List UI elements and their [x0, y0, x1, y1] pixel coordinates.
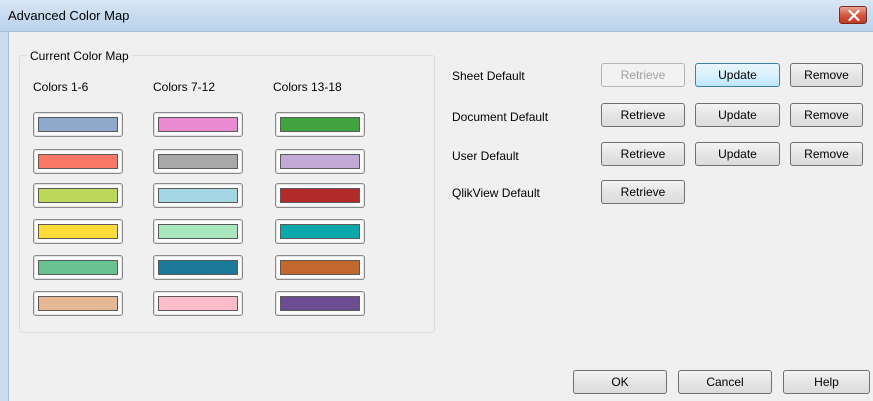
help-button[interactable]: Help [783, 370, 870, 394]
color-swatch-6[interactable] [33, 291, 123, 316]
color-swatch-16[interactable] [275, 219, 365, 244]
document-default-retrieve-button[interactable]: Retrieve [601, 103, 685, 127]
color-swatch-5[interactable] [33, 255, 123, 280]
window-frame-left [0, 32, 9, 401]
document-default-update-button[interactable]: Update [695, 103, 780, 127]
color-swatch-11[interactable] [153, 255, 243, 280]
close-icon [848, 10, 860, 21]
colors-7-12-header: Colors 7-12 [153, 80, 216, 94]
color-swatch-14[interactable] [275, 149, 365, 174]
ok-button[interactable]: OK [573, 370, 667, 394]
color-swatch-3[interactable] [33, 183, 123, 208]
close-button[interactable] [839, 6, 867, 24]
qlikview-default-retrieve-button[interactable]: Retrieve [601, 180, 685, 204]
user-default-label: User Default [452, 149, 519, 163]
color-swatch-1[interactable] [33, 112, 123, 137]
current-color-map-title: Current Color Map [27, 49, 132, 63]
document-default-remove-button[interactable]: Remove [790, 103, 863, 127]
user-default-update-button[interactable]: Update [695, 142, 780, 166]
color-swatch-18[interactable] [275, 291, 365, 316]
colors-13-18-header: Colors 13-18 [273, 80, 342, 94]
sheet-default-update-button[interactable]: Update [695, 63, 780, 87]
color-swatch-9[interactable] [153, 183, 243, 208]
qlikview-default-label: QlikView Default [452, 186, 540, 200]
color-swatch-10[interactable] [153, 219, 243, 244]
color-swatch-15[interactable] [275, 183, 365, 208]
sheet-default-retrieve-button[interactable]: Retrieve [601, 63, 685, 87]
color-swatch-8[interactable] [153, 149, 243, 174]
color-swatch-17[interactable] [275, 255, 365, 280]
color-swatch-4[interactable] [33, 219, 123, 244]
color-swatch-7[interactable] [153, 112, 243, 137]
sheet-default-remove-button[interactable]: Remove [790, 63, 863, 87]
color-swatch-13[interactable] [275, 112, 365, 137]
color-swatch-2[interactable] [33, 149, 123, 174]
dialog-title: Advanced Color Map [8, 8, 130, 23]
advanced-color-map-dialog: Advanced Color Map Current Color Map Col… [0, 0, 873, 401]
cancel-button[interactable]: Cancel [678, 370, 772, 394]
color-swatch-12[interactable] [153, 291, 243, 316]
title-bar: Advanced Color Map [0, 0, 873, 32]
user-default-retrieve-button[interactable]: Retrieve [601, 142, 685, 166]
colors-1-6-header: Colors 1-6 [33, 80, 89, 94]
sheet-default-label: Sheet Default [452, 69, 525, 83]
user-default-remove-button[interactable]: Remove [790, 142, 863, 166]
document-default-label: Document Default [452, 110, 549, 124]
